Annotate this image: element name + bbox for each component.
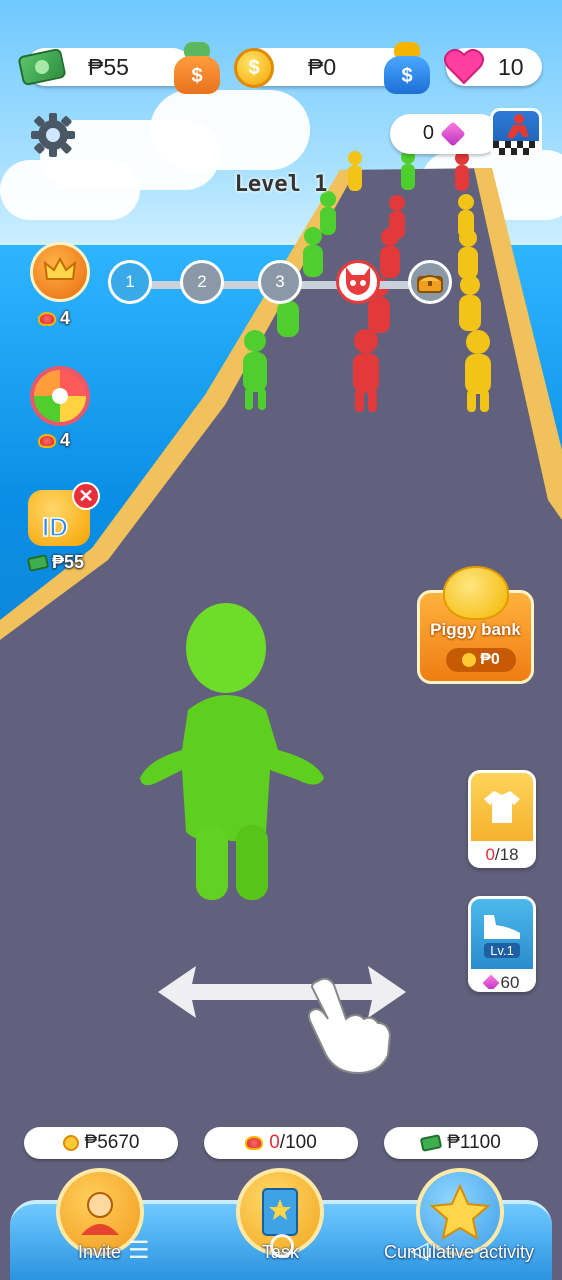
player-character[interactable] xyxy=(138,600,328,905)
skins-progress-current: 0 xyxy=(485,845,495,864)
activity-reward-pill: ₱1100 xyxy=(384,1127,538,1159)
skins-card-top xyxy=(471,773,533,841)
heart-gem-icon xyxy=(38,311,56,326)
tshirt-icon xyxy=(484,791,520,823)
home-icon[interactable] xyxy=(270,1234,294,1258)
tap-hand-icon xyxy=(307,977,392,1075)
cash-value: ₱55 xyxy=(88,53,129,80)
piggy-bank-amount: ₱0 xyxy=(446,648,516,672)
stage-node: 1 xyxy=(108,260,152,304)
dollar-icon: $ xyxy=(191,65,203,87)
lucky-wheel-button[interactable] xyxy=(30,366,90,426)
recent-apps-icon[interactable]: ☰ xyxy=(128,1236,150,1265)
crown-count-value: 4 xyxy=(60,308,71,328)
id-reward-amount: ₱55 xyxy=(26,552,85,573)
heart-icon xyxy=(444,49,484,85)
crown-reward-button[interactable] xyxy=(30,242,90,302)
star-icon xyxy=(429,1183,491,1241)
race-mode-button[interactable] xyxy=(490,108,542,158)
wheel-count-value: 4 xyxy=(60,430,71,450)
task-progress-total: /100 xyxy=(279,1132,317,1153)
treasure-chest-icon xyxy=(408,260,452,304)
piggy-amount-value: ₱0 xyxy=(480,651,500,668)
task-progress-pill: 0/100 xyxy=(204,1127,358,1159)
gear-icon[interactable] xyxy=(30,112,76,158)
crown-reward-count: 4 xyxy=(38,308,70,329)
back-icon[interactable]: ◁ xyxy=(410,1236,428,1265)
cash-icon xyxy=(419,1134,443,1152)
coin-icon xyxy=(462,653,477,667)
cash-icon xyxy=(26,553,50,572)
dollar-icon: $ xyxy=(401,65,413,87)
activity-reward-value: ₱1100 xyxy=(447,1132,501,1153)
invite-label[interactable]: Invite xyxy=(78,1242,121,1263)
stage-node: 2 xyxy=(180,260,224,304)
piggy-icon xyxy=(443,566,509,620)
shoe-icon xyxy=(484,914,520,939)
stage-node: 3 xyxy=(258,260,302,304)
upgrade-level: Lv.1 xyxy=(484,942,520,958)
wheel-reward-count: 4 xyxy=(38,430,70,451)
invite-reward-value: ₱5670 xyxy=(84,1132,140,1153)
upgrade-card-top: Lv.1 xyxy=(471,899,533,969)
task-progress-current: 0 xyxy=(269,1132,280,1153)
cumulative-activity-label[interactable]: Cumulative activity xyxy=(384,1242,534,1263)
heart-gem-icon xyxy=(245,1136,264,1150)
coin-icon: $ xyxy=(234,48,274,88)
crown-icon xyxy=(43,256,77,280)
heart-gem-icon xyxy=(38,433,56,448)
gem-icon xyxy=(482,974,500,989)
skins-button[interactable]: 0/18 xyxy=(468,770,536,868)
person-icon xyxy=(81,1192,119,1235)
level-title: Level 1 xyxy=(234,172,328,197)
skins-progress-total: /18 xyxy=(494,845,519,864)
book-icon xyxy=(262,1188,298,1236)
upgrade-cost: 60 xyxy=(471,969,533,992)
svg-text:ID: ID xyxy=(42,512,68,542)
close-icon[interactable]: ✕ xyxy=(72,482,100,510)
chest-glyph xyxy=(417,275,443,293)
invite-reward-pill: ₱5670 xyxy=(24,1127,178,1159)
gem-value: 0 xyxy=(422,122,434,144)
coin-icon xyxy=(62,1135,79,1151)
piggy-bank-button[interactable]: Piggy bank ₱0 xyxy=(417,566,534,684)
id-reward-value: ₱55 xyxy=(52,552,85,572)
gem-balance: 0 xyxy=(390,114,500,154)
devil-skull-glyph xyxy=(346,267,370,295)
skins-progress: 0/18 xyxy=(471,841,533,865)
wheel-icon xyxy=(52,388,68,404)
coin-bag-button[interactable]: $ xyxy=(384,42,430,94)
devil-skull-icon xyxy=(336,260,380,304)
piggy-bank-label: Piggy bank xyxy=(430,620,521,639)
gem-icon xyxy=(440,121,466,147)
lives-value: 10 xyxy=(498,53,524,80)
runner-icon xyxy=(493,114,539,155)
coin-value: ₱0 xyxy=(308,53,337,80)
upgrade-button[interactable]: Lv.1 60 xyxy=(468,896,536,992)
upgrade-cost-value: 60 xyxy=(500,973,520,992)
cash-bag-button[interactable]: $ xyxy=(174,42,220,94)
